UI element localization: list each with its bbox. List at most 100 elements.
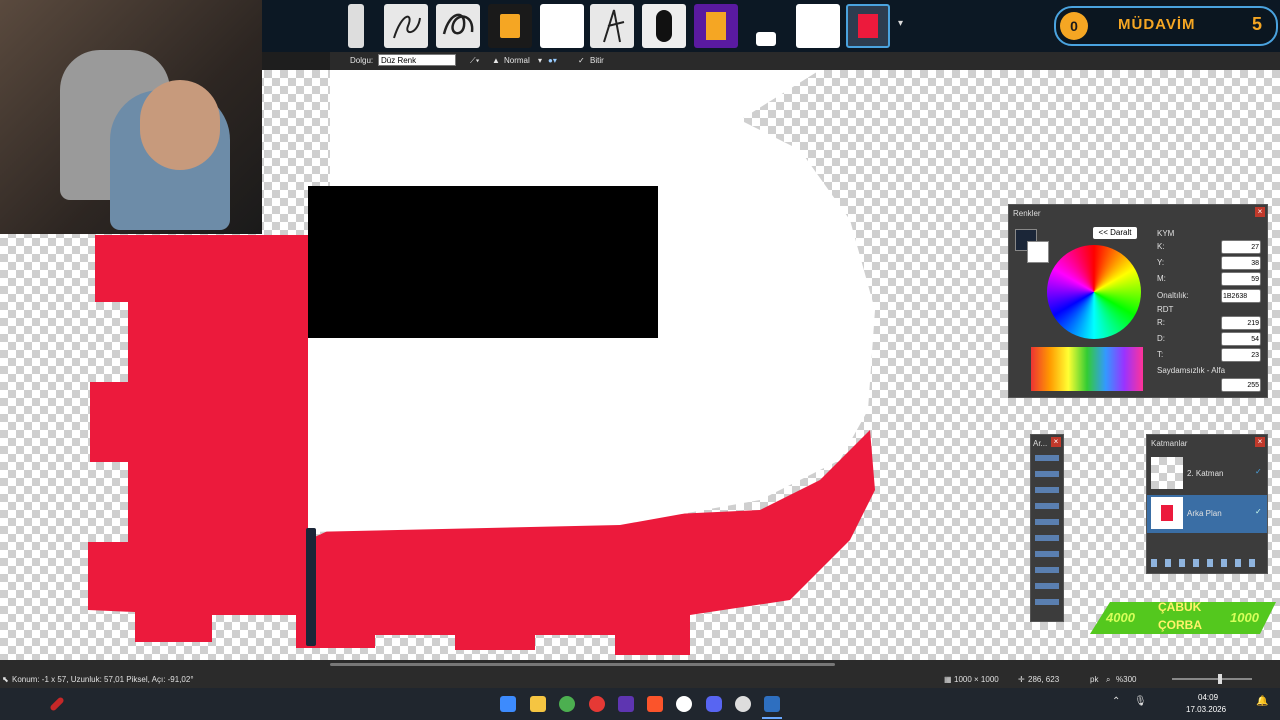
zoom-icon: ⌕: [1106, 675, 1111, 684]
image-size: 1000 × 1000: [954, 675, 999, 684]
brave-icon[interactable]: [647, 696, 663, 712]
e-logo-icon: [858, 14, 878, 38]
cursor-tool-icon: ⬉: [2, 675, 9, 684]
t-input[interactable]: [1221, 348, 1261, 362]
tools-panel-title: Ar...: [1033, 439, 1048, 448]
tab-thumbnail-8[interactable]: [694, 4, 738, 48]
status-bar: ⬉ Konum: -1 x 57, Uzunluk: 57,01 Piksel,…: [0, 670, 1280, 688]
unit-select[interactable]: pk: [1090, 675, 1098, 684]
y-input[interactable]: [1221, 256, 1261, 270]
pen-sketch-icon: [603, 9, 625, 43]
k-label: K:: [1157, 242, 1165, 251]
y-label: Y:: [1157, 258, 1165, 267]
cmy-header: KYM: [1157, 229, 1175, 238]
notification-icon[interactable]: 🔔: [1256, 696, 1268, 707]
webcam-overlay: [0, 0, 262, 234]
dark-stroke: [306, 528, 316, 646]
zoom-level[interactable]: %300: [1116, 675, 1136, 684]
layer-action-icons[interactable]: [1151, 559, 1261, 567]
fill-label: Dolgu:: [350, 56, 374, 65]
person-head: [140, 80, 220, 170]
badge-label: MÜDAVİM: [1118, 16, 1196, 33]
tools-panel: Ar... ×: [1030, 434, 1064, 622]
zoom-slider-thumb[interactable]: [1218, 674, 1222, 684]
scrollbar-thumb[interactable]: [330, 663, 835, 666]
b-purple-icon: [706, 12, 726, 40]
tab-thumbnail-2[interactable]: [384, 4, 428, 48]
tab-thumbnail-5[interactable]: [540, 4, 584, 48]
active-app-indicator: [762, 717, 782, 719]
tab-thumbnail-6[interactable]: [590, 4, 634, 48]
layer-visible-check-icon[interactable]: ✓: [1255, 507, 1262, 516]
b-logo-icon: [500, 14, 520, 38]
chrome-icon[interactable]: [559, 696, 575, 712]
m-label: M:: [1157, 274, 1166, 283]
tab-thumbnail-10[interactable]: [796, 4, 840, 48]
position-readout: Konum: -1 x 57, Uzunluk: 57,01 Piksel, A…: [12, 675, 194, 684]
taskbar-time: 04:09: [1198, 693, 1219, 702]
colors-panel: Renkler × << Daralt KYM K: Y: M: Onaltıl…: [1008, 204, 1268, 398]
start-icon[interactable]: [500, 696, 516, 712]
layer-name: 2. Katman: [1187, 469, 1224, 478]
d-label: D:: [1157, 334, 1165, 343]
tabs-dropdown-icon[interactable]: ▾: [898, 18, 903, 29]
layer-row[interactable]: 2. Katman ✓: [1147, 455, 1267, 493]
promo-title-1: ÇABUK: [1158, 600, 1202, 614]
promo-left-value: 4000: [1106, 610, 1135, 625]
tool-icons[interactable]: [1035, 455, 1059, 615]
b-black-icon: [656, 10, 672, 42]
obs-icon[interactable]: [735, 696, 751, 712]
r-input[interactable]: [1221, 316, 1261, 330]
signature-icon: [393, 15, 421, 39]
opera-icon[interactable]: [589, 696, 605, 712]
colors-close-icon[interactable]: ×: [1255, 207, 1265, 217]
layer-visible-check-icon[interactable]: ✓: [1255, 467, 1262, 476]
color-wheel[interactable]: [1047, 245, 1141, 339]
finish-button[interactable]: Bitir: [590, 56, 604, 65]
alpha-label: Saydamsızlık - Alfa: [1157, 366, 1226, 375]
zoom-slider[interactable]: [1172, 674, 1252, 684]
cursor-position: 286, 623: [1028, 675, 1060, 684]
k-input[interactable]: [1221, 240, 1261, 254]
mic-icon[interactable]: 🎙: [1134, 696, 1147, 707]
tab-thumbnail-active[interactable]: [846, 4, 890, 48]
collapse-button[interactable]: << Daralt: [1093, 227, 1137, 239]
layers-panel-title: Katmanlar: [1151, 439, 1188, 448]
layers-close-icon[interactable]: ×: [1255, 437, 1265, 447]
layers-panel: Katmanlar × 2. Katman ✓ Arka Plan ✓: [1146, 434, 1268, 574]
tab-thumbnail-9[interactable]: [756, 32, 776, 46]
fill-select[interactable]: Düz Renk: [378, 54, 456, 66]
antialias-icon[interactable]: ⟋▾: [470, 56, 480, 66]
tab-thumbnail-1[interactable]: [348, 4, 364, 48]
m-input[interactable]: [1221, 272, 1261, 286]
layer-row-selected[interactable]: Arka Plan ✓: [1147, 495, 1267, 533]
hex-input[interactable]: [1221, 289, 1261, 303]
color-palette[interactable]: [1031, 347, 1143, 391]
blend-mode-select[interactable]: Normal: [504, 56, 530, 65]
alpha-icon[interactable]: ●▾: [548, 56, 557, 65]
hex-label: Onaltılık:: [1157, 291, 1189, 300]
tab-thumbnail-3[interactable]: [436, 4, 480, 48]
black-bar: [308, 186, 658, 338]
blend-dropdown-icon[interactable]: ▾: [538, 56, 542, 65]
rgb-header: RDT: [1157, 305, 1174, 314]
tab-thumbnail-7[interactable]: [642, 4, 686, 48]
t-label: T:: [1157, 350, 1164, 359]
app-icon[interactable]: [618, 696, 634, 712]
tab-thumbnail-4[interactable]: [488, 4, 532, 48]
paintnet-icon[interactable]: [764, 696, 780, 712]
horizontal-scrollbar[interactable]: [0, 660, 1280, 670]
discord-icon[interactable]: [706, 696, 722, 712]
chatgpt-icon[interactable]: [676, 696, 692, 712]
tray-overflow-icon[interactable]: ⌃: [1112, 696, 1120, 707]
finish-check-icon[interactable]: ✓: [578, 56, 585, 65]
knot-icon: [442, 13, 474, 35]
promo-overlay: 4000 ÇABUK ÇORBA 1000: [1090, 598, 1276, 638]
d-input[interactable]: [1221, 332, 1261, 346]
file-explorer-icon[interactable]: [530, 696, 546, 712]
secondary-color-swatch[interactable]: [1027, 241, 1049, 263]
layer-thumbnail: [1151, 497, 1183, 529]
tools-close-icon[interactable]: ×: [1051, 437, 1061, 447]
layer-name: Arka Plan: [1187, 509, 1222, 518]
alpha-input[interactable]: [1221, 378, 1261, 392]
